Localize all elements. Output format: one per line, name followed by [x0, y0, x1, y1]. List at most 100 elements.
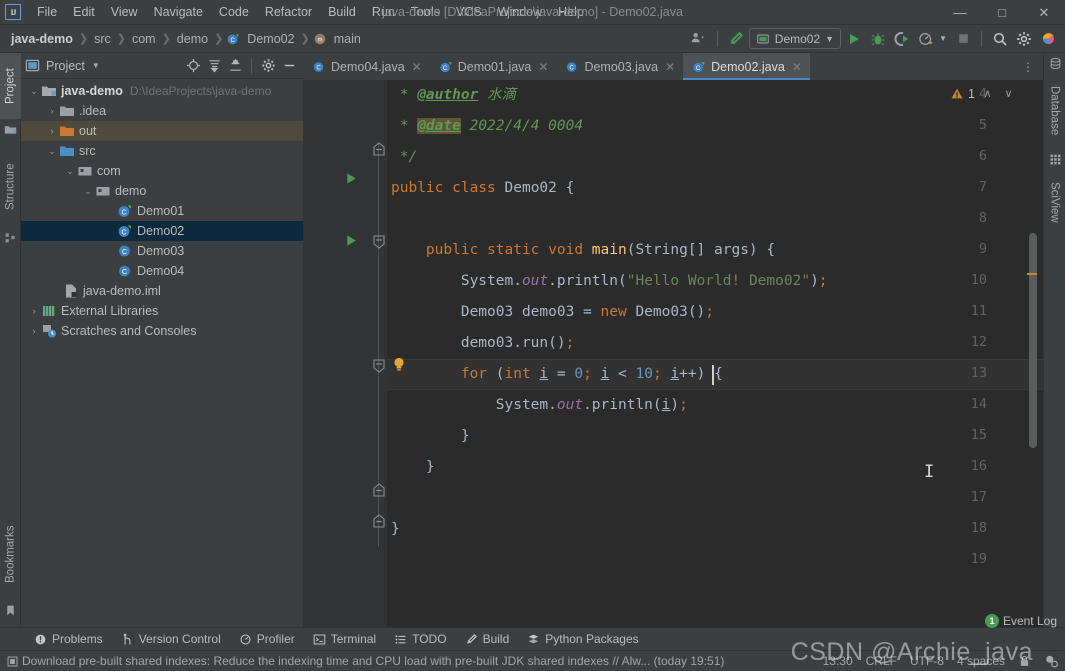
run-icon[interactable]	[843, 28, 865, 50]
close-icon[interactable]: ✕	[665, 60, 675, 74]
sidebar-item-project[interactable]: Project	[0, 53, 21, 119]
fold-marker-icon[interactable]	[373, 514, 385, 528]
fold-marker-icon[interactable]	[373, 235, 385, 249]
chevron-right-icon[interactable]: ›	[45, 126, 59, 136]
tree-item-scratches-and-consoles[interactable]: › Scratches and Consoles	[21, 321, 303, 341]
tree-item-idea[interactable]: › .idea	[21, 101, 303, 121]
status-message[interactable]: Download pre-built shared indexes: Reduc…	[22, 654, 724, 668]
people-icon[interactable]	[688, 28, 710, 50]
tab-Demo01[interactable]: C Demo01.java ✕	[430, 53, 557, 80]
run-gutter-icon[interactable]	[344, 233, 359, 248]
menu-file[interactable]: File	[29, 2, 65, 22]
run-gutter-icon[interactable]	[344, 171, 359, 186]
tree-item-src[interactable]: ⌄ src	[21, 141, 303, 161]
tree-item-out[interactable]: › out	[21, 121, 303, 141]
chevron-down-icon[interactable]: ▼	[939, 34, 947, 43]
menu-tools[interactable]: Tools	[403, 2, 448, 22]
menu-vcs[interactable]: VCS	[448, 2, 490, 22]
breadcrumb-com[interactable]: com	[129, 30, 159, 48]
stop-icon[interactable]	[952, 28, 974, 50]
close-icon[interactable]: ✕	[412, 60, 422, 74]
tree-item-Demo04[interactable]: C Demo04	[21, 261, 303, 281]
chevron-down-icon[interactable]: ⌄	[27, 86, 41, 97]
lock-icon[interactable]	[1018, 654, 1031, 668]
fold-marker-icon[interactable]	[373, 359, 385, 373]
search-icon[interactable]	[989, 28, 1011, 50]
tree-item-java-demo-iml[interactable]: java-demo.iml	[21, 281, 303, 301]
menu-window[interactable]: Window	[490, 2, 550, 22]
tool-button-problems[interactable]: Problems	[25, 630, 112, 648]
gear-icon[interactable]	[258, 56, 278, 76]
collapse-all-icon[interactable]	[225, 56, 245, 76]
inspector-gear-icon[interactable]	[1044, 654, 1059, 668]
code-content[interactable]: * @author 水滴 * @date 2022/4/4 0004 */ pu…	[387, 80, 1043, 635]
sidebar-item-sciview[interactable]: SciView	[1044, 171, 1065, 233]
prev-problem-icon[interactable]: ∧	[979, 85, 996, 102]
tab-Demo04[interactable]: C Demo04.java ✕	[303, 53, 430, 80]
chevron-down-icon[interactable]: ⌄	[63, 166, 77, 177]
editor-gutter[interactable]	[303, 80, 387, 635]
tree-item-Demo03[interactable]: C Demo03	[21, 241, 303, 261]
breadcrumb-src[interactable]: src	[91, 30, 114, 48]
plugin-icon[interactable]	[1037, 28, 1059, 50]
tab-Demo03[interactable]: C Demo03.java ✕	[556, 53, 683, 80]
editor-scrollbar-thumb[interactable]	[1029, 233, 1037, 448]
expand-all-icon[interactable]	[204, 56, 224, 76]
tree-item-Demo01[interactable]: C Demo01	[21, 201, 303, 221]
breadcrumb-demo[interactable]: demo	[174, 30, 211, 48]
fold-marker-icon[interactable]	[373, 142, 385, 156]
coverage-icon[interactable]	[891, 28, 913, 50]
breadcrumb-java-demo[interactable]: java-demo	[8, 30, 76, 48]
tree-item-java-demo[interactable]: ⌄ java-demo D:\IdeaProjects\java-demo	[21, 81, 303, 101]
tree-item-demo[interactable]: ⌄ demo	[21, 181, 303, 201]
sidebar-item-bookmarks[interactable]: Bookmarks	[0, 509, 21, 599]
tab-overflow-icon[interactable]: ⋮	[1013, 53, 1043, 80]
breadcrumb-Demo02[interactable]: Demo02	[244, 30, 297, 48]
close-button[interactable]: ✕	[1023, 0, 1065, 25]
fold-marker-icon[interactable]	[373, 483, 385, 497]
code-editor[interactable]: 4 5 6 7 8 9 10 11 12 13 14 15 16 17 18 1…	[303, 80, 1043, 635]
hammer-icon[interactable]	[725, 28, 747, 50]
tree-item-external-libraries[interactable]: › External Libraries	[21, 301, 303, 321]
tool-button-version-control[interactable]: Version Control	[112, 630, 230, 648]
menu-help[interactable]: Help	[550, 2, 592, 22]
chevron-right-icon[interactable]: ›	[27, 306, 41, 316]
chevron-right-icon[interactable]: ›	[27, 326, 41, 336]
minimize-button[interactable]: —	[939, 0, 981, 25]
sidebar-item-database[interactable]: Database	[1044, 75, 1065, 147]
editor-scrollbar-track[interactable]	[1023, 107, 1043, 662]
inspection-widget[interactable]: 1 ∧ ∨	[946, 80, 1021, 107]
breadcrumb-main[interactable]: main	[331, 30, 364, 48]
profile-icon[interactable]	[915, 28, 937, 50]
tree-item-com[interactable]: ⌄ com	[21, 161, 303, 181]
menu-refactor[interactable]: Refactor	[257, 2, 320, 22]
tab-Demo02[interactable]: C Demo02.java ✕	[683, 53, 810, 80]
menu-navigate[interactable]: Navigate	[146, 2, 211, 22]
tool-button-build[interactable]: Build	[456, 630, 519, 648]
event-log-button[interactable]: 1 Event Log	[984, 614, 1057, 628]
caret-position[interactable]: 13:30	[823, 654, 853, 668]
locate-icon[interactable]	[183, 56, 203, 76]
tool-button-profiler[interactable]: Profiler	[230, 630, 304, 648]
menu-code[interactable]: Code	[211, 2, 257, 22]
minimize-icon[interactable]	[279, 56, 299, 76]
indent-setting[interactable]: 4 spaces	[957, 654, 1005, 668]
close-icon[interactable]: ✕	[538, 60, 548, 74]
menu-run[interactable]: Run	[364, 2, 403, 22]
warning-stripe-mark[interactable]	[1027, 273, 1037, 275]
line-separator[interactable]: CRLF	[866, 654, 897, 668]
maximize-button[interactable]: □	[981, 0, 1023, 25]
run-configuration-selector[interactable]: Demo02 ▼	[748, 28, 842, 49]
tool-button-todo[interactable]: TODO	[385, 630, 455, 648]
debug-icon[interactable]	[867, 28, 889, 50]
menu-edit[interactable]: Edit	[65, 2, 103, 22]
chevron-right-icon[interactable]: ›	[45, 106, 59, 116]
close-icon[interactable]: ✕	[792, 60, 802, 74]
tool-button-python-packages[interactable]: Python Packages	[518, 630, 647, 648]
tool-button-terminal[interactable]: Terminal	[304, 630, 385, 648]
sidebar-item-structure[interactable]: Structure	[0, 148, 21, 226]
chevron-down-icon[interactable]: ▼	[92, 61, 100, 70]
notification-icon[interactable]	[6, 655, 19, 668]
menu-view[interactable]: View	[103, 2, 146, 22]
next-problem-icon[interactable]: ∨	[1000, 85, 1017, 102]
